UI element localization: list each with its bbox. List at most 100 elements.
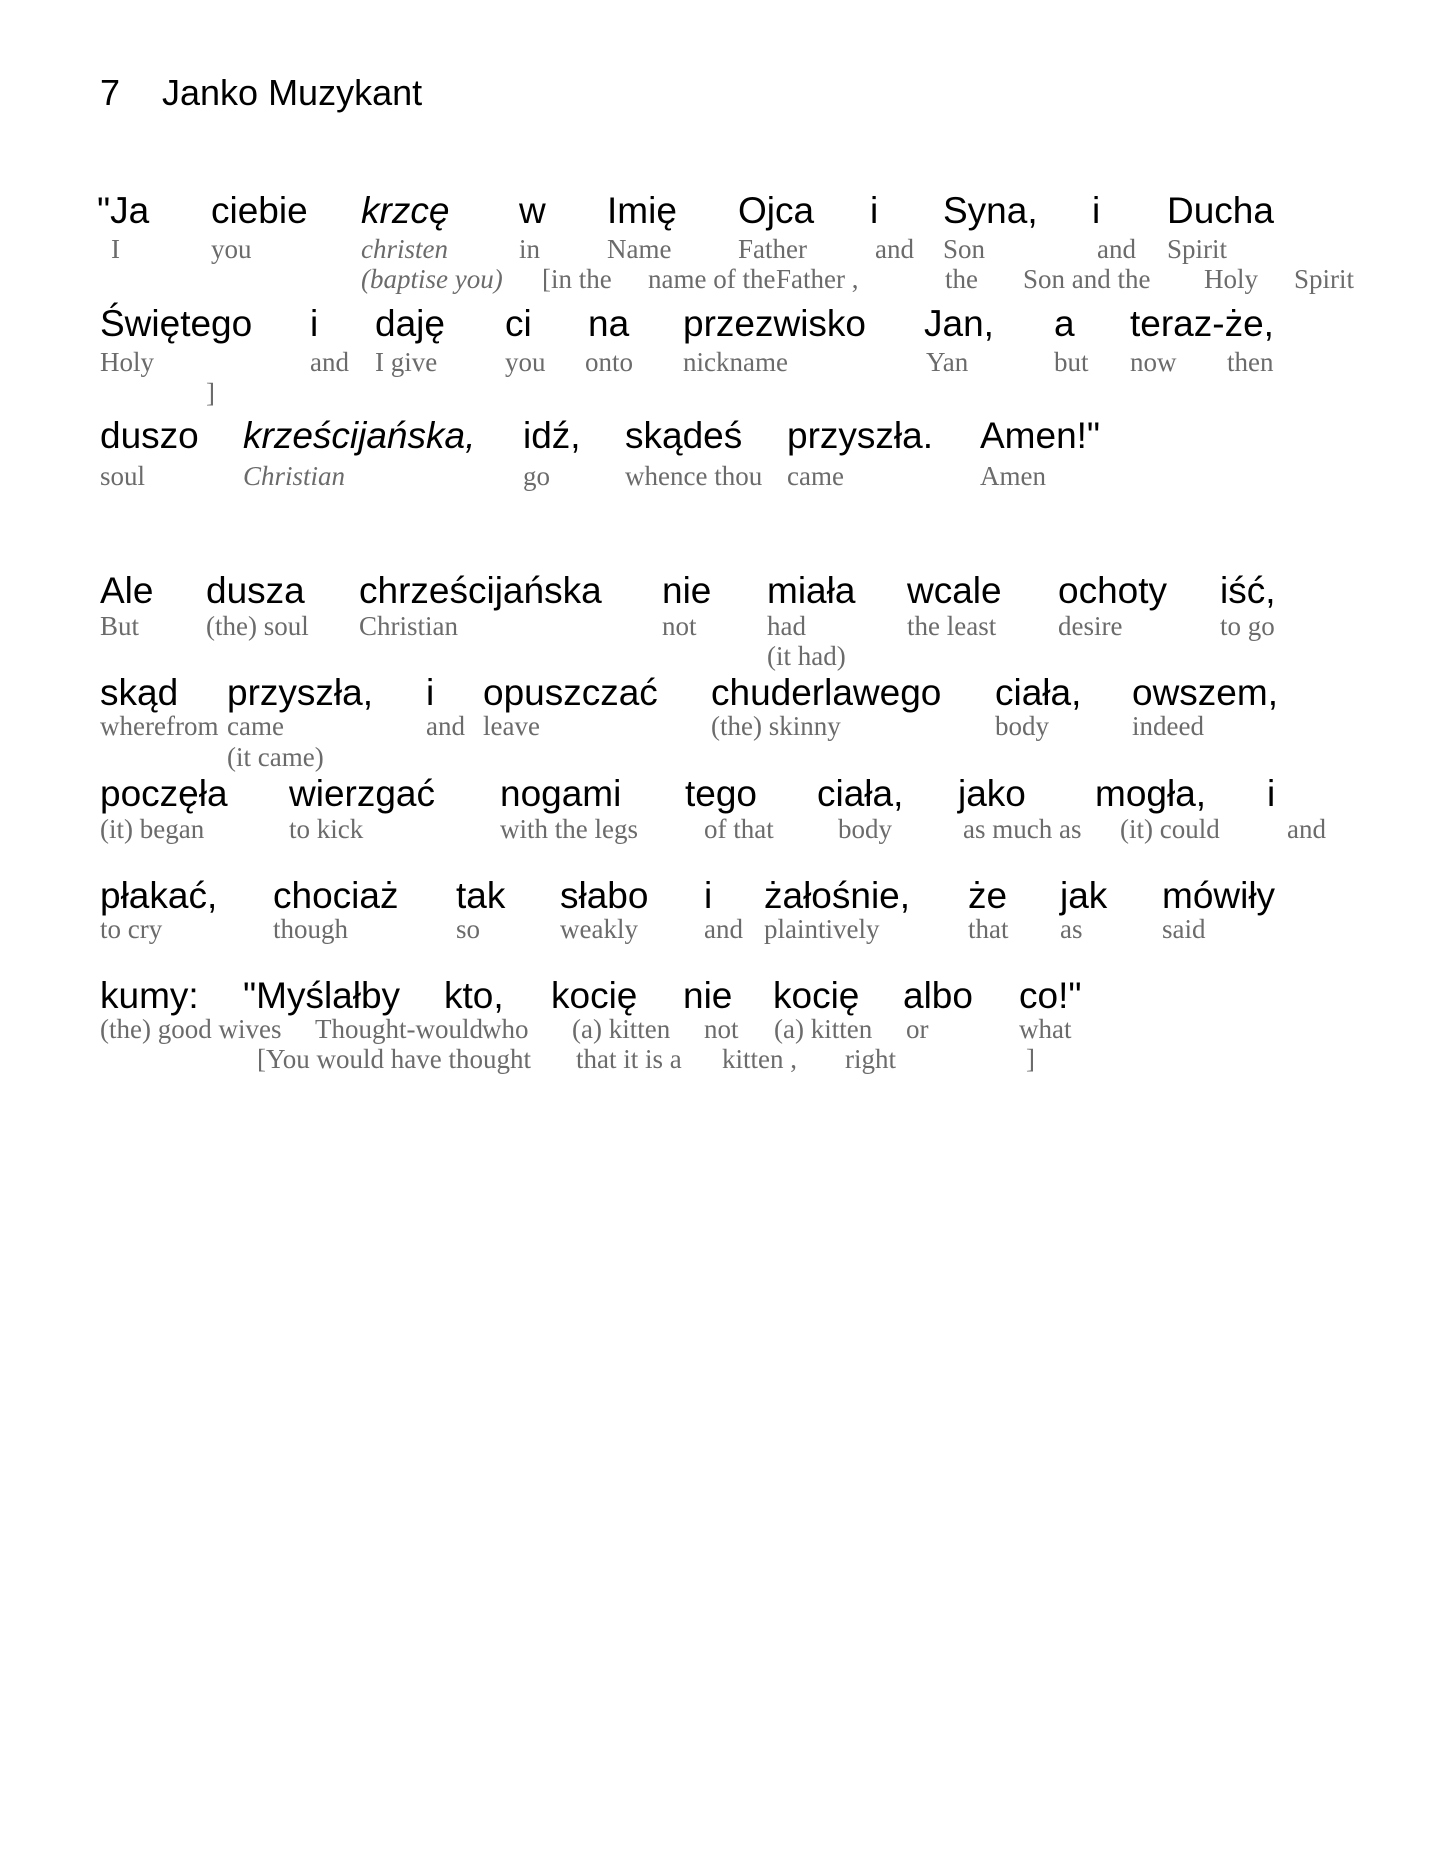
gloss-alt: ] bbox=[206, 378, 215, 408]
polish-word: ochoty bbox=[1058, 570, 1168, 611]
gloss-alt: [in the bbox=[542, 264, 612, 294]
gloss-word: soul bbox=[100, 461, 146, 491]
gloss-word: body bbox=[995, 711, 1049, 741]
polish-word: kto, bbox=[444, 975, 504, 1016]
polish-word: duszo bbox=[100, 415, 199, 456]
gloss-word: to kick bbox=[289, 814, 364, 844]
gloss-word: Name bbox=[607, 234, 672, 264]
polish-word: Jan, bbox=[924, 303, 994, 344]
polish-word: przyszła, bbox=[227, 672, 373, 713]
gloss-word: you bbox=[211, 234, 252, 264]
gloss-alt: kitten , bbox=[722, 1044, 797, 1074]
polish-word: nogami bbox=[500, 773, 622, 814]
gloss-word: (a) kitten bbox=[572, 1014, 671, 1044]
gloss-word: with the legs bbox=[500, 814, 638, 844]
polish-word: co!" bbox=[1019, 975, 1082, 1016]
gloss-word: and bbox=[704, 914, 743, 944]
polish-word: tak bbox=[456, 875, 506, 916]
polish-word: i bbox=[870, 190, 879, 231]
polish-word: iść, bbox=[1220, 570, 1276, 611]
polish-word: Imię bbox=[607, 190, 677, 231]
gloss-word: in bbox=[519, 234, 541, 264]
gloss-word: said bbox=[1162, 914, 1206, 944]
gloss-word: then bbox=[1227, 347, 1274, 377]
gloss-word: Father bbox=[738, 234, 807, 264]
polish-word: tego bbox=[685, 773, 758, 814]
gloss-word: had bbox=[767, 611, 806, 641]
polish-word: na bbox=[588, 303, 630, 344]
polish-word: krześcijańska, bbox=[243, 415, 476, 456]
gloss-word: but bbox=[1054, 347, 1089, 377]
gloss-alt: ] bbox=[1026, 1044, 1035, 1074]
gloss-word: Christian bbox=[243, 461, 346, 491]
gloss-word: I bbox=[111, 234, 120, 264]
gloss-word: who bbox=[482, 1014, 529, 1044]
gloss-word: and bbox=[1097, 234, 1136, 264]
polish-word: jak bbox=[1060, 875, 1108, 916]
gloss-alt: Holy bbox=[1204, 264, 1258, 294]
gloss-word: not bbox=[704, 1014, 739, 1044]
gloss-word: Christian bbox=[359, 611, 458, 641]
gloss-word: Yan bbox=[926, 347, 969, 377]
gloss-alt: (it had) bbox=[767, 641, 846, 671]
polish-word: skądeś bbox=[625, 415, 743, 456]
gloss-word: (the) soul bbox=[206, 611, 309, 641]
gloss-word: that bbox=[968, 914, 1009, 944]
gloss-alt: Spirit bbox=[1294, 264, 1355, 294]
gloss-word: (the) skinny bbox=[711, 711, 841, 741]
gloss-alt: name of the bbox=[648, 264, 776, 294]
chapter-title: Janko Muzykant bbox=[162, 72, 423, 113]
gloss-word: christen bbox=[361, 234, 448, 264]
polish-word: Ducha bbox=[1167, 190, 1274, 231]
polish-word: ci bbox=[505, 303, 532, 344]
gloss-word: not bbox=[662, 611, 697, 641]
document-page: 7 Janko Muzykant "Ja ciebie krzcę w Imię… bbox=[0, 0, 1445, 1867]
gloss-alt: right bbox=[845, 1044, 896, 1074]
gloss-word: leave bbox=[483, 711, 540, 741]
gloss-word: Thought-would bbox=[315, 1014, 483, 1044]
polish-word: ciebie bbox=[211, 190, 308, 231]
polish-word: Ale bbox=[100, 570, 154, 611]
polish-word: i bbox=[1092, 190, 1101, 231]
gloss-word: Spirit bbox=[1167, 234, 1228, 264]
gloss-word: as bbox=[1060, 914, 1083, 944]
gloss-alt: Son and the bbox=[1023, 264, 1151, 294]
polish-word: miała bbox=[767, 570, 856, 611]
polish-word: opuszczać bbox=[483, 672, 658, 713]
polish-word: kocię bbox=[551, 975, 638, 1016]
polish-word: dusza bbox=[206, 570, 305, 611]
polish-word: żałośnie, bbox=[764, 875, 911, 916]
gloss-word: and bbox=[426, 711, 465, 741]
polish-word: mówiły bbox=[1162, 875, 1276, 916]
polish-word: ciała, bbox=[995, 672, 1082, 713]
polish-word: teraz-że, bbox=[1130, 303, 1274, 344]
gloss-word: came bbox=[787, 461, 844, 491]
gloss-word: and bbox=[875, 234, 914, 264]
gloss-word: plaintively bbox=[764, 914, 880, 944]
polish-word: wierzgać bbox=[289, 773, 435, 814]
gloss-word: whence thou bbox=[625, 461, 763, 491]
gloss-word: now bbox=[1130, 347, 1177, 377]
gloss-word: and bbox=[310, 347, 349, 377]
polish-word: że bbox=[968, 875, 1008, 916]
polish-word: przyszła. bbox=[787, 415, 933, 456]
polish-word: ciała, bbox=[817, 773, 904, 814]
polish-word: w bbox=[519, 190, 546, 231]
gloss-word: or bbox=[906, 1014, 929, 1044]
polish-word: i bbox=[704, 875, 713, 916]
polish-word: słabo bbox=[560, 875, 649, 916]
gloss-word: (it) began bbox=[100, 814, 205, 844]
polish-word: i bbox=[310, 303, 319, 344]
gloss-word: Son bbox=[943, 234, 986, 264]
polish-word: jako bbox=[958, 773, 1026, 814]
gloss-word: came bbox=[227, 711, 284, 741]
polish-word: mogła, bbox=[1095, 773, 1207, 814]
gloss-word: Amen bbox=[980, 461, 1046, 491]
gloss-word: nickname bbox=[683, 347, 788, 377]
gloss-word: go bbox=[523, 461, 550, 491]
gloss-word: wherefrom bbox=[100, 711, 219, 741]
gloss-alt: [You would have thought bbox=[257, 1044, 532, 1074]
polish-word: kocię bbox=[773, 975, 860, 1016]
polish-word: kumy: bbox=[100, 975, 199, 1016]
polish-word: Amen!" bbox=[980, 415, 1101, 456]
